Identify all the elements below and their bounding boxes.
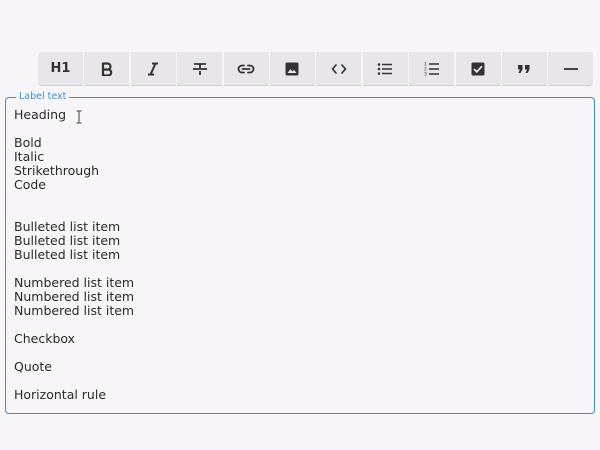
numbered-list-item: Numbered list item: [14, 289, 135, 304]
image-icon: [285, 62, 299, 75]
field-label: Label text: [16, 90, 70, 103]
quote-icon: [518, 64, 530, 73]
numbered-list-item: Numbered list item: [14, 275, 135, 290]
bulleted-list-item: Bulleted list item: [14, 219, 121, 234]
checkbox-line: Checkbox: [14, 331, 76, 346]
heading-button[interactable]: H1: [38, 52, 83, 86]
image-button[interactable]: [269, 52, 315, 86]
strikethrough-line: Strikethrough: [14, 163, 100, 178]
horizontal-rule-button[interactable]: [548, 52, 594, 86]
editor-field[interactable]: Label text Heading Bold Italic Strikethr…: [5, 90, 595, 414]
code-icon: [331, 63, 347, 74]
editor-content[interactable]: Heading Bold Italic Strikethrough Code B…: [14, 108, 134, 402]
checkbox-button[interactable]: [455, 52, 501, 86]
bold-icon: [101, 61, 113, 76]
numbered-list-icon: 1 2 3: [424, 62, 439, 77]
bulleted-list-item: Bulleted list item: [14, 247, 121, 262]
horizontal-rule-line: Horizontal rule: [14, 387, 107, 402]
bulleted-list-icon: [377, 62, 393, 75]
strikethrough-button[interactable]: [177, 52, 223, 86]
heading-icon: H1: [50, 61, 71, 76]
strikethrough-icon: [192, 62, 207, 75]
code-button[interactable]: [316, 52, 362, 86]
bulleted-list-button[interactable]: [362, 52, 408, 86]
quote-button[interactable]: [501, 52, 547, 86]
link-button[interactable]: [223, 52, 269, 86]
bold-line: Bold: [14, 135, 42, 150]
bold-button[interactable]: [84, 52, 130, 86]
numbered-list-item: Numbered list item: [14, 303, 135, 318]
formatting-toolbar: H1 1 2 3: [38, 52, 594, 86]
checkbox-icon: [471, 62, 485, 75]
link-icon: [237, 64, 255, 73]
horizontal-rule-icon: [563, 67, 578, 70]
code-line: Code: [14, 177, 47, 192]
svg-text:3: 3: [424, 72, 427, 77]
italic-line: Italic: [14, 149, 45, 164]
quote-line: Quote: [14, 359, 53, 374]
italic-button[interactable]: [130, 52, 176, 86]
text-cursor-icon: [76, 110, 82, 124]
bulleted-list-item: Bulleted list item: [14, 233, 121, 248]
numbered-list-button[interactable]: 1 2 3: [409, 52, 455, 86]
italic-icon: [148, 62, 159, 75]
